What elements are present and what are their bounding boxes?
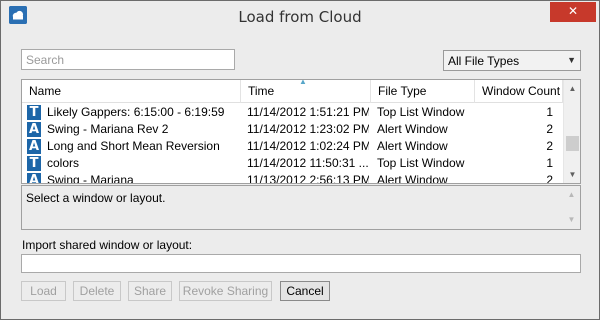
alert-icon: A	[27, 122, 41, 137]
row-file-type: Alert Window	[377, 139, 448, 153]
scroll-up-icon[interactable]: ▲	[564, 81, 580, 97]
top-list-icon: T	[27, 105, 41, 120]
row-window-count: 1	[546, 105, 553, 119]
scroll-down-icon[interactable]: ▼	[564, 167, 580, 183]
grid-header: Name Time File Type Window Count ▲	[22, 80, 563, 103]
row-window-count: 1	[546, 156, 553, 170]
load-button[interactable]: Load	[21, 281, 66, 301]
row-name: Swing - Mariana Rev 2	[47, 122, 169, 136]
cloud-items-grid[interactable]: Name Time File Type Window Count ▲ T Lik…	[21, 79, 581, 184]
row-file-type: Top List Window	[377, 156, 465, 170]
top-list-icon: T	[27, 156, 41, 171]
column-header-name[interactable]: Name	[22, 80, 241, 103]
scroll-down-icon: ▼	[567, 215, 576, 224]
row-window-count: 2	[546, 122, 553, 136]
scroll-up-icon: ▲	[567, 190, 576, 199]
row-file-type: Alert Window	[377, 173, 448, 184]
file-type-select[interactable]: All File Types ▼	[443, 50, 581, 71]
table-row[interactable]: A Swing - Mariana 11/13/2012 2:56:13 PM …	[22, 172, 563, 184]
delete-button[interactable]: Delete	[73, 281, 121, 301]
search-input[interactable]	[21, 49, 235, 70]
description-box: Select a window or layout. ▲ ▼	[21, 185, 581, 230]
close-icon: ✕	[567, 4, 579, 18]
sort-ascending-icon: ▲	[299, 79, 307, 86]
load-from-cloud-dialog: Load from Cloud ✕ All File Types ▼ Name …	[0, 0, 600, 320]
row-name: Long and Short Mean Reversion	[47, 139, 220, 153]
table-row[interactable]: T Likely Gappers: 6:15:00 - 6:19:59 11/1…	[22, 104, 563, 121]
table-row[interactable]: A Swing - Mariana Rev 2 11/14/2012 1:23:…	[22, 121, 563, 138]
description-scrollbar: ▲ ▼	[563, 186, 580, 229]
cancel-button[interactable]: Cancel	[280, 281, 330, 301]
file-type-selected-value: All File Types	[448, 54, 520, 68]
row-time: 11/14/2012 11:50:31 ...	[247, 156, 369, 170]
revoke-sharing-button[interactable]: Revoke Sharing	[179, 281, 272, 301]
row-time: 11/14/2012 1:02:24 PM	[247, 139, 369, 153]
alert-icon: A	[27, 139, 41, 154]
row-name: Swing - Mariana	[47, 173, 134, 184]
import-shared-input[interactable]	[21, 254, 581, 273]
row-name: Likely Gappers: 6:15:00 - 6:19:59	[47, 105, 225, 119]
share-button[interactable]: Share	[128, 281, 172, 301]
title-bar: Load from Cloud ✕	[1, 1, 599, 32]
import-label: Import shared window or layout:	[22, 238, 193, 252]
column-header-file-type[interactable]: File Type	[371, 80, 475, 103]
table-row[interactable]: A Long and Short Mean Reversion 11/14/20…	[22, 138, 563, 155]
column-header-window-count[interactable]: Window Count	[475, 80, 563, 103]
row-window-count: 2	[546, 139, 553, 153]
close-button[interactable]: ✕	[550, 2, 596, 22]
alert-icon: A	[27, 173, 41, 183]
row-time: 11/14/2012 1:51:21 PM	[247, 105, 369, 119]
row-window-count: 2	[546, 173, 553, 184]
row-file-type: Alert Window	[377, 122, 448, 136]
table-row[interactable]: T colors 11/14/2012 11:50:31 ... Top Lis…	[22, 155, 563, 172]
row-file-type: Top List Window	[377, 105, 465, 119]
row-name: colors	[47, 156, 80, 170]
chevron-down-icon: ▼	[567, 55, 576, 65]
window-title: Load from Cloud	[238, 8, 362, 26]
row-time: 11/13/2012 2:56:13 PM	[247, 173, 369, 184]
description-text: Select a window or layout.	[26, 191, 166, 205]
scrollbar-thumb[interactable]	[566, 136, 579, 151]
row-time: 11/14/2012 1:23:02 PM	[247, 122, 369, 136]
grid-vertical-scrollbar[interactable]: ▲ ▼	[563, 80, 580, 183]
